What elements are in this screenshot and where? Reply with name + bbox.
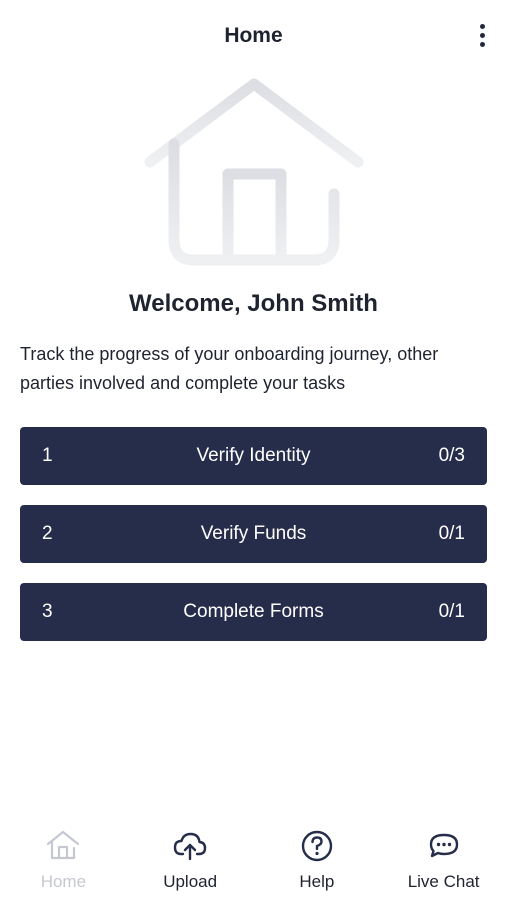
nav-label: Help: [299, 872, 335, 891]
more-vertical-icon-dot: [479, 41, 485, 47]
nav-item-upload[interactable]: Upload: [127, 812, 254, 900]
welcome-heading: Welcome, John Smith: [129, 290, 378, 317]
task-label: Verify Funds: [200, 523, 307, 544]
more-vertical-icon-dot: [479, 23, 485, 29]
welcome-description: Track the progress of your onboarding jo…: [20, 344, 439, 393]
upload-icon: [173, 832, 207, 861]
nav-label: Home: [40, 872, 87, 891]
nav-item-home[interactable]: Home: [0, 812, 127, 900]
task-complete-forms-button[interactable]: 3 Complete Forms 0/1: [20, 583, 487, 641]
page-title: Home: [224, 24, 283, 47]
nav-item-live-chat[interactable]: Live Chat: [380, 812, 507, 900]
task-progress: 0/1: [438, 601, 465, 622]
task-label: Verify Identity: [196, 445, 311, 466]
task-label: Complete Forms: [183, 601, 324, 622]
top-bar: Home: [0, 0, 507, 72]
task-number: 2: [42, 523, 53, 544]
chat-icon: [429, 833, 458, 858]
home-icon: [47, 830, 80, 860]
bottom-navigation: Home Upload Help Live Chat: [0, 812, 507, 900]
house-icon: [144, 78, 364, 266]
nav-item-help[interactable]: Help: [254, 812, 381, 900]
task-number: 1: [42, 445, 53, 466]
nav-label: Live Chat: [407, 872, 480, 891]
more-options-button[interactable]: [469, 18, 495, 52]
task-number: 3: [42, 601, 53, 622]
task-verify-funds-button[interactable]: 2 Verify Funds 0/1: [20, 505, 487, 563]
task-verify-identity-button[interactable]: 1 Verify Identity 0/3: [20, 427, 487, 485]
nav-label: Upload: [163, 872, 218, 891]
task-progress: 0/3: [438, 445, 465, 466]
help-icon: [301, 830, 333, 862]
more-vertical-icon-dot: [479, 32, 485, 38]
task-progress: 0/1: [438, 523, 465, 544]
